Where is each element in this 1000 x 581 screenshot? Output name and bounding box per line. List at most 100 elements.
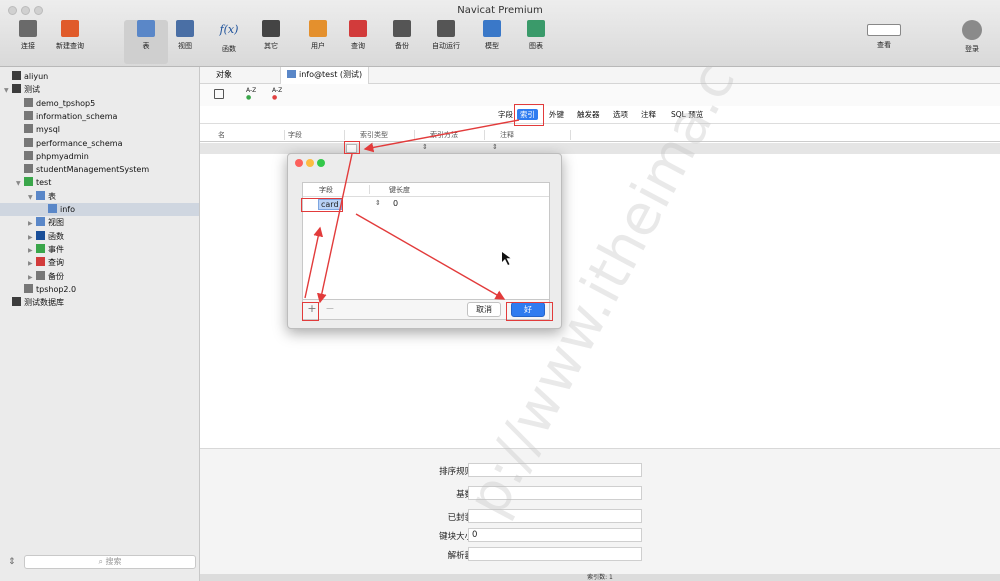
toolbar-login-button[interactable]: 登录 xyxy=(950,20,994,64)
toolbar-chart-button[interactable]: 图表 xyxy=(514,20,558,64)
disclosure-closed-icon[interactable]: ▶ xyxy=(28,244,36,257)
sidebar-item[interactable]: phpmyadmin xyxy=(16,150,89,163)
toolbar-table-button[interactable]: 表 xyxy=(124,20,168,64)
disclosure-open-icon[interactable]: ▼ xyxy=(28,191,36,204)
key-block-size-field[interactable]: 0 xyxy=(468,528,642,542)
col-key-length[interactable]: 键长度 xyxy=(389,185,410,195)
sidebar-item[interactable]: demo_tpshop5 xyxy=(16,97,95,110)
toolbar-new-query-button[interactable]: 新建查询 xyxy=(48,20,92,64)
toolbar-connect-button[interactable]: 连接 xyxy=(6,20,50,64)
sidebar-item[interactable]: ▶ 视图 xyxy=(28,216,64,229)
collation-field[interactable] xyxy=(468,463,642,477)
sidebar-item[interactable]: aliyun xyxy=(4,70,48,83)
disclosure-open-icon[interactable]: ▼ xyxy=(16,177,24,190)
stepper-icon[interactable]: ⇕ xyxy=(375,199,381,207)
sidebar-filter-icon[interactable]: ⇕ xyxy=(8,557,16,567)
login-icon xyxy=(962,20,982,40)
disclosure-open-icon[interactable]: ▼ xyxy=(4,84,12,97)
col-divider xyxy=(484,130,485,140)
toolbar-backup-button[interactable]: 备份 xyxy=(380,20,424,64)
sidebar-item[interactable]: ▼ test xyxy=(16,176,51,189)
index-type-select-icon[interactable]: ⇕ xyxy=(422,143,428,151)
design-toolbar: A-Z ● A-Z ● xyxy=(200,84,1000,106)
toolbar-function-button[interactable]: f(x) 函数 xyxy=(207,20,251,64)
col-name[interactable]: 名 xyxy=(218,130,225,140)
disclosure-closed-icon[interactable]: ▶ xyxy=(28,231,36,244)
sidebar-item[interactable]: ▼ 测试 xyxy=(4,83,40,96)
col-fields[interactable]: 字段 xyxy=(288,130,302,140)
annotation-box-field-select xyxy=(301,198,343,212)
toolbar-view-toggle-button[interactable]: 查看 xyxy=(862,20,906,64)
segment-sql-preview[interactable]: SQL 预览 xyxy=(668,109,706,120)
sidebar-item[interactable]: info xyxy=(0,203,199,216)
sidebar-item[interactable]: ▶ 备份 xyxy=(28,270,64,283)
parser-field[interactable] xyxy=(468,547,642,561)
col-index-type[interactable]: 索引类型 xyxy=(360,130,388,140)
dialog-close-button[interactable] xyxy=(295,159,303,167)
search-input[interactable]: ⌕ 搜索 xyxy=(24,555,196,569)
sidebar-item[interactable]: ▼ 表 xyxy=(28,190,56,203)
query-icon xyxy=(349,20,367,37)
tab-info-design[interactable]: info@test (测试) xyxy=(280,67,370,84)
tab-objects[interactable]: 对象 xyxy=(210,67,238,84)
cardinality-field[interactable] xyxy=(468,486,642,500)
segment-comment[interactable]: 注释 xyxy=(638,109,659,120)
save-icon[interactable] xyxy=(214,89,224,99)
segment-triggers[interactable]: 触发器 xyxy=(574,109,603,120)
table-icon xyxy=(137,20,155,37)
col-divider xyxy=(344,130,345,140)
sidebar-item[interactable]: information_schema xyxy=(16,110,117,123)
toolbar-view-button[interactable]: 视图 xyxy=(163,20,207,64)
key-length-value[interactable]: 0 xyxy=(393,199,398,208)
toolbar-chart-label: 图表 xyxy=(529,42,543,50)
sidebar-item[interactable]: ▶ 查询 xyxy=(28,256,64,269)
segment-options[interactable]: 选项 xyxy=(610,109,631,120)
dialog-minimize-button[interactable] xyxy=(306,159,314,167)
col-divider xyxy=(369,185,370,194)
toolbar-auto-run-button[interactable]: 自动运行 xyxy=(424,20,468,64)
toolbar-model-label: 模型 xyxy=(485,42,499,50)
cancel-button[interactable]: 取消 xyxy=(467,302,501,317)
disclosure-closed-icon[interactable]: ▶ xyxy=(28,217,36,230)
db-icon xyxy=(24,124,33,134)
index-grid-header: 名 字段 索引类型 索引方法 注释 xyxy=(200,128,1000,142)
backup-icon xyxy=(36,270,45,280)
col-comment[interactable]: 注释 xyxy=(500,130,514,140)
toolbar-view-label: 视图 xyxy=(178,42,192,50)
col-index-method[interactable]: 索引方法 xyxy=(430,130,458,140)
conn-icon xyxy=(12,71,21,80)
tab-info-label: info@test (测试) xyxy=(299,70,363,79)
index-method-select-icon[interactable]: ⇕ xyxy=(492,143,498,151)
packed-field[interactable] xyxy=(468,509,642,523)
col-field[interactable]: 字段 xyxy=(319,185,333,195)
disclosure-closed-icon[interactable]: ▶ xyxy=(28,257,36,270)
toolbar-model-button[interactable]: 模型 xyxy=(470,20,514,64)
sort-desc-button[interactable]: A-Z ● xyxy=(272,87,282,101)
remove-field-button[interactable]: − xyxy=(323,303,337,316)
db-icon xyxy=(24,150,33,160)
sidebar-item[interactable]: studentManagementSystem xyxy=(16,163,149,176)
db-icon xyxy=(24,164,33,174)
sidebar-item[interactable]: ▶ 事件 xyxy=(28,243,64,256)
sidebar-item-label: test xyxy=(36,178,52,188)
toolbar-other-button[interactable]: 其它 xyxy=(249,20,293,64)
sidebar-item[interactable]: 测试数据库 xyxy=(4,296,64,309)
sidebar-item[interactable]: performance_schema xyxy=(16,137,123,150)
sidebar-item[interactable]: tpshop2.0 xyxy=(16,283,76,296)
col-divider xyxy=(570,130,571,140)
col-divider xyxy=(284,130,285,140)
disclosure-closed-icon[interactable]: ▶ xyxy=(28,271,36,284)
segment-foreign-keys[interactable]: 外键 xyxy=(546,109,567,120)
dialog-zoom-button[interactable] xyxy=(317,159,325,167)
toolbar-user-button[interactable]: 用户 xyxy=(296,20,340,64)
segment-fields[interactable]: 字段 xyxy=(495,109,516,120)
table-icon xyxy=(48,204,57,213)
table-folder-icon xyxy=(36,190,45,200)
toolbar-query-button[interactable]: 查询 xyxy=(336,20,380,64)
sort-asc-button[interactable]: A-Z ● xyxy=(246,87,256,101)
sidebar-item[interactable]: mysql xyxy=(16,123,60,136)
toolbar-connect-label: 连接 xyxy=(21,42,35,50)
connect-icon xyxy=(19,20,37,37)
sidebar-item[interactable]: ▶ 函数 xyxy=(28,230,64,243)
db-icon xyxy=(24,137,33,147)
